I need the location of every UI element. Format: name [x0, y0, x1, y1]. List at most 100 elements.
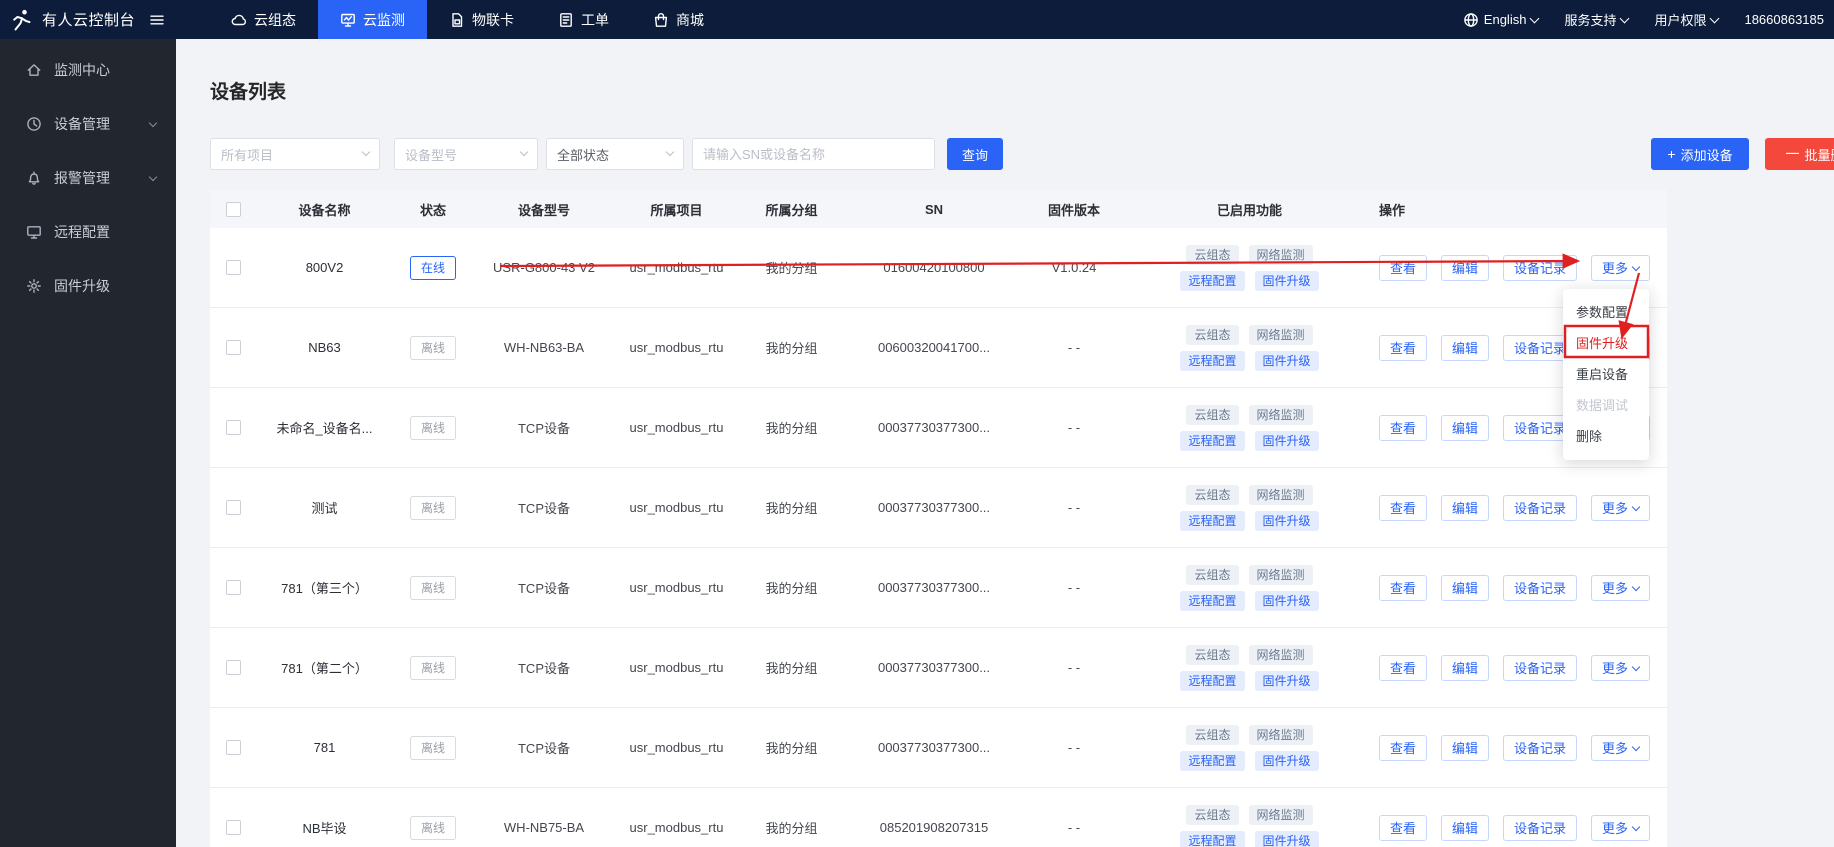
- action-view-button[interactable]: 查看: [1379, 415, 1427, 441]
- column-header-group: 所属分组: [739, 200, 844, 219]
- feature-tags: 云组态网络监测远程配置固件升级: [1175, 405, 1325, 451]
- nav-item-mall[interactable]: 商城: [631, 0, 726, 39]
- action-edit-button[interactable]: 编辑: [1441, 735, 1489, 761]
- device-table-body: 800V2 在线 USR-G800-43 V2 usr_modbus_rtu 我…: [210, 228, 1667, 847]
- language-selector[interactable]: English: [1463, 12, 1539, 28]
- menu-item-param-config[interactable]: 参数配置: [1563, 297, 1649, 328]
- action-edit-button[interactable]: 编辑: [1441, 335, 1489, 361]
- account-phone-number[interactable]: 18660863185: [1744, 12, 1824, 27]
- sidebar-item-device-management[interactable]: 设备管理: [0, 97, 176, 151]
- status-badge: 离线: [410, 736, 456, 760]
- action-label: 设备记录: [1514, 818, 1566, 837]
- menu-item-restart-device[interactable]: 重启设备: [1563, 359, 1649, 390]
- action-edit-button[interactable]: 编辑: [1441, 815, 1489, 841]
- row-checkbox[interactable]: [226, 580, 241, 595]
- device-model: TCP设备: [474, 418, 614, 437]
- support-menu[interactable]: 服务支持: [1564, 10, 1628, 29]
- action-device-records-button[interactable]: 设备记录: [1503, 735, 1577, 761]
- feature-tag-network-monitoring: 网络监测: [1249, 245, 1313, 265]
- action-device-records-button[interactable]: 设备记录: [1503, 655, 1577, 681]
- chevron-down-icon: [1710, 13, 1720, 23]
- device-status-cell: 离线: [392, 816, 474, 840]
- sidebar-item-remote-config[interactable]: 远程配置: [0, 205, 176, 259]
- feature-tag-network-monitoring: 网络监测: [1249, 405, 1313, 425]
- action-view-button[interactable]: 查看: [1379, 255, 1427, 281]
- project-select[interactable]: 所有项目: [210, 138, 380, 170]
- console-title: 有人云控制台: [42, 9, 135, 30]
- enabled-features-cell: 云组态网络监测远程配置固件升级: [1124, 725, 1375, 771]
- select-all-checkbox[interactable]: [226, 202, 241, 217]
- action-edit-button[interactable]: 编辑: [1441, 255, 1489, 281]
- device-project: usr_modbus_rtu: [614, 820, 739, 835]
- status-badge: 离线: [410, 816, 456, 840]
- row-checkbox[interactable]: [226, 660, 241, 675]
- row-checkbox[interactable]: [226, 740, 241, 755]
- row-checkbox[interactable]: [226, 420, 241, 435]
- device-project: usr_modbus_rtu: [614, 580, 739, 595]
- nav-item-iot-sim-card[interactable]: 物联卡: [427, 0, 536, 39]
- action-more-button[interactable]: 更多: [1591, 255, 1650, 281]
- device-sn: 085201908207315: [844, 820, 1024, 835]
- action-more-button[interactable]: 更多: [1591, 655, 1650, 681]
- feature-tags: 云组态网络监测远程配置固件升级: [1175, 325, 1325, 371]
- permission-menu[interactable]: 用户权限: [1654, 10, 1718, 29]
- model-select[interactable]: 设备型号: [394, 138, 538, 170]
- feature-tag-firmware-upgrade: 固件升级: [1255, 591, 1319, 611]
- action-edit-button[interactable]: 编辑: [1441, 415, 1489, 441]
- nav-item-work-order[interactable]: 工单: [536, 0, 631, 39]
- action-more-button[interactable]: 更多: [1591, 735, 1650, 761]
- sidebar-item-alarm-management[interactable]: 报警管理: [0, 151, 176, 205]
- sidebar-item-monitoring-center[interactable]: 监测中心: [0, 43, 176, 97]
- query-button[interactable]: 查询: [947, 138, 1003, 170]
- device-project: usr_modbus_rtu: [614, 500, 739, 515]
- action-more-button[interactable]: 更多: [1591, 575, 1650, 601]
- batch-delete-button[interactable]: 一 批量删除: [1765, 138, 1834, 170]
- action-edit-button[interactable]: 编辑: [1441, 495, 1489, 521]
- device-model: TCP设备: [474, 578, 614, 597]
- menu-item-firmware-upgrade[interactable]: 固件升级: [1563, 328, 1649, 359]
- column-header-fw: 固件版本: [1024, 200, 1124, 219]
- feature-tag-remote-config: 远程配置: [1180, 831, 1244, 847]
- action-device-records-button[interactable]: 设备记录: [1503, 255, 1577, 281]
- action-label: 更多: [1602, 738, 1628, 757]
- action-view-button[interactable]: 查看: [1379, 815, 1427, 841]
- action-label: 查看: [1390, 818, 1416, 837]
- action-device-records-button[interactable]: 设备记录: [1503, 815, 1577, 841]
- status-select[interactable]: 全部状态: [546, 138, 684, 170]
- enabled-features-cell: 云组态网络监测远程配置固件升级: [1124, 485, 1375, 531]
- action-more-button[interactable]: 更多: [1591, 495, 1650, 521]
- chevron-down-icon: [1632, 502, 1640, 510]
- action-view-button[interactable]: 查看: [1379, 735, 1427, 761]
- row-checkbox[interactable]: [226, 260, 241, 275]
- action-view-button[interactable]: 查看: [1379, 335, 1427, 361]
- sn-search-input[interactable]: [692, 138, 935, 170]
- chevron-down-icon: [149, 172, 157, 180]
- sidebar-item-firmware-upgrade[interactable]: 固件升级: [0, 259, 176, 313]
- action-view-button[interactable]: 查看: [1379, 655, 1427, 681]
- minus-icon: 一: [1785, 147, 1799, 161]
- usr-runner-logo-icon[interactable]: [12, 9, 32, 31]
- row-checkbox[interactable]: [226, 340, 241, 355]
- action-device-records-button[interactable]: 设备记录: [1503, 495, 1577, 521]
- menu-toggle-icon[interactable]: [149, 12, 165, 28]
- action-device-records-button[interactable]: 设备记录: [1503, 575, 1577, 601]
- nav-item-cloud-scada[interactable]: 云组态: [209, 0, 318, 39]
- device-status-cell: 在线: [392, 256, 474, 280]
- table-row: NB63 离线 WH-NB63-BA usr_modbus_rtu 我的分组 0…: [210, 308, 1667, 388]
- table-row: 781（第二个） 离线 TCP设备 usr_modbus_rtu 我的分组 00…: [210, 628, 1667, 708]
- row-checkbox[interactable]: [226, 820, 241, 835]
- device-sn: 00600320041700...: [844, 340, 1024, 355]
- action-view-button[interactable]: 查看: [1379, 495, 1427, 521]
- action-view-button[interactable]: 查看: [1379, 575, 1427, 601]
- device-name: 未命名_设备名...: [257, 418, 392, 437]
- add-device-button[interactable]: + 添加设备: [1651, 138, 1749, 170]
- column-header-project: 所属项目: [614, 200, 739, 219]
- row-checkbox[interactable]: [226, 500, 241, 515]
- nav-item-cloud-monitoring[interactable]: 云监测: [318, 0, 427, 39]
- action-more-button[interactable]: 更多: [1591, 815, 1650, 841]
- menu-item-delete[interactable]: 删除: [1563, 421, 1649, 452]
- query-button-label: 查询: [962, 145, 988, 164]
- device-project: usr_modbus_rtu: [614, 740, 739, 755]
- action-edit-button[interactable]: 编辑: [1441, 575, 1489, 601]
- action-edit-button[interactable]: 编辑: [1441, 655, 1489, 681]
